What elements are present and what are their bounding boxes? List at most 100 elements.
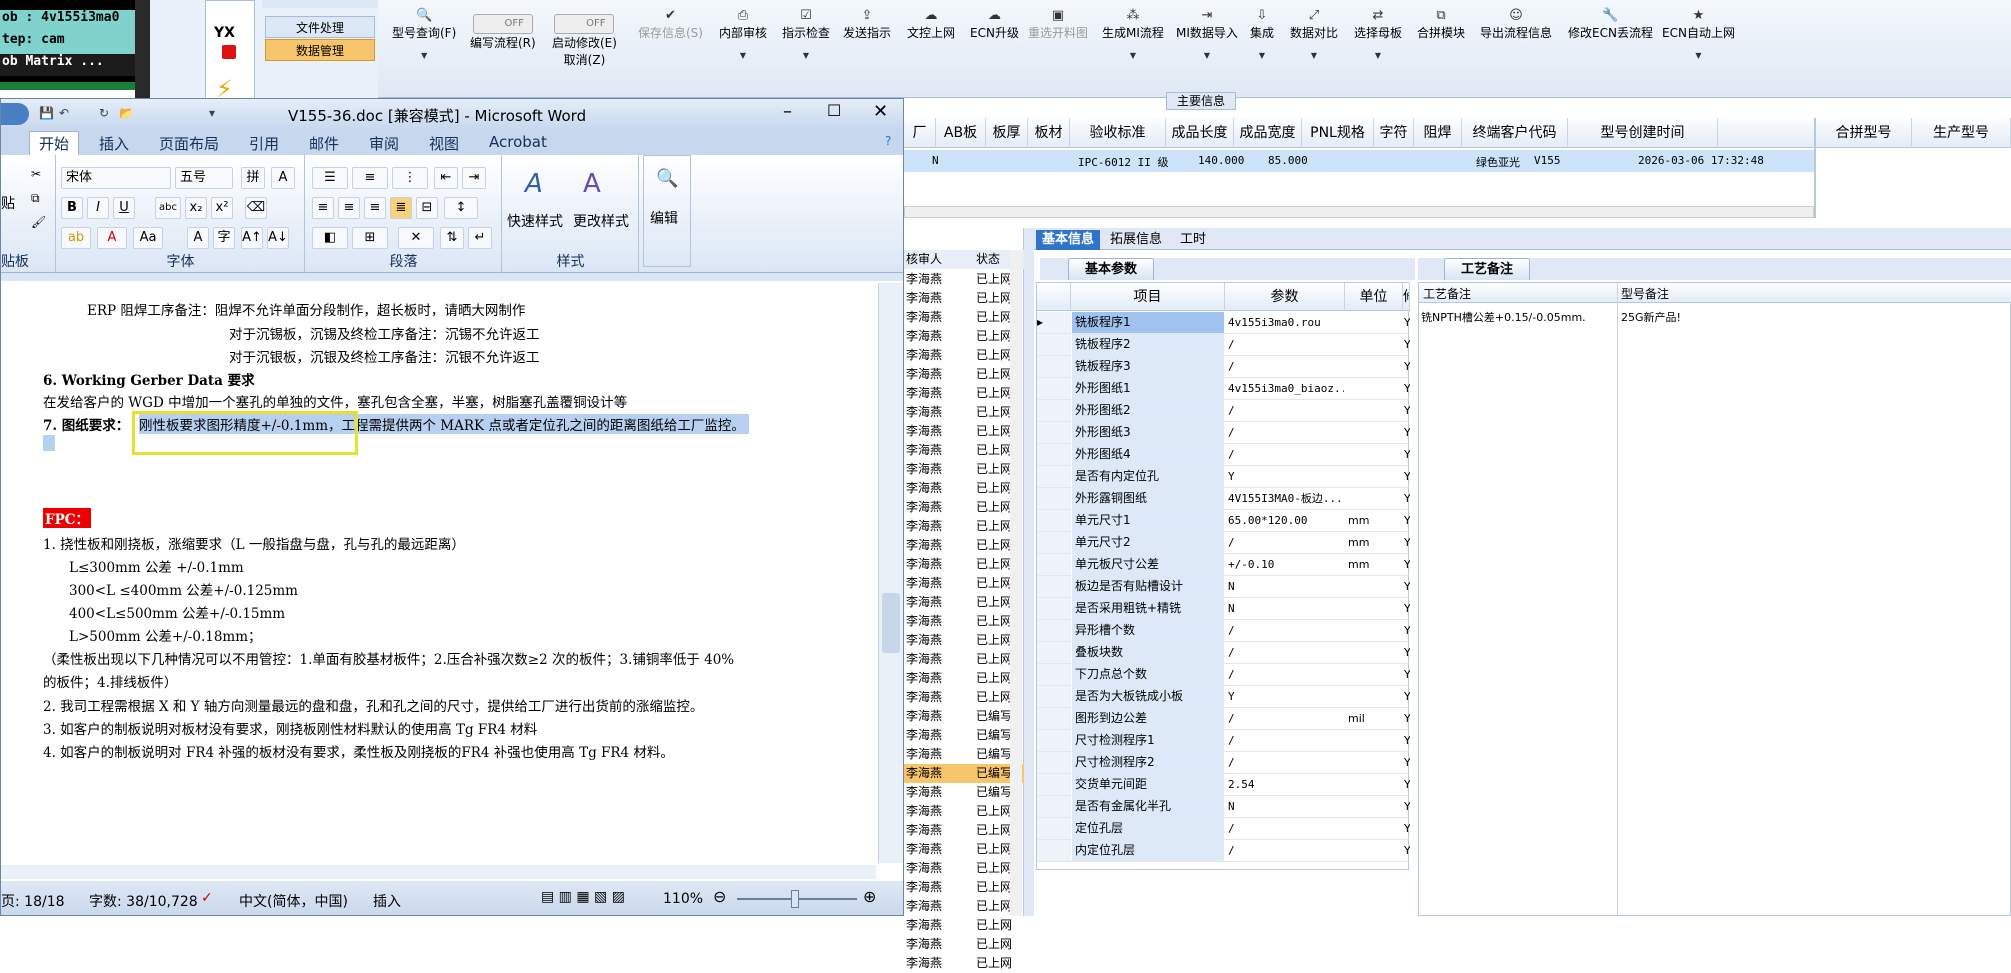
modify-ecn-flow-button[interactable]: 🔧 修改ECN丢流程 xyxy=(1568,8,1653,41)
list-item[interactable]: 李海燕 已上网 xyxy=(904,498,1024,517)
list-item[interactable]: 李海燕 已上网 xyxy=(904,821,1024,840)
document-vertical-scrollbar[interactable] xyxy=(878,283,903,863)
basic-params-title[interactable]: 基本参数 xyxy=(1068,258,1155,280)
table-row[interactable]: 是否为大板铣成小板 Y Y xyxy=(1037,686,1410,708)
numbering-icon[interactable]: ≡ xyxy=(352,167,388,189)
redo-icon[interactable]: ↻ xyxy=(99,106,109,120)
column-header[interactable]: PNL规格 xyxy=(1302,118,1374,148)
vertical-scrollbar[interactable] xyxy=(1010,250,1022,916)
char-border-icon[interactable]: A xyxy=(271,167,295,189)
asian-layout-icon[interactable]: ✕ xyxy=(398,227,434,249)
start-modify-toggle[interactable]: OFF 启动修改(E) 取消(Z) xyxy=(552,14,617,68)
internal-review-button[interactable]: ⎙ 内部审核 ▼ xyxy=(719,8,767,60)
table-row[interactable]: 单元尺寸1 65.00*120.00 mm Y xyxy=(1037,510,1410,532)
cut-icon[interactable]: ✂ xyxy=(31,167,41,181)
list-item[interactable]: 李海燕 已上网 xyxy=(904,289,1024,308)
column-header[interactable]: 成品长度 xyxy=(1166,118,1234,148)
list-item[interactable]: 李海燕 已编写 xyxy=(904,745,1024,764)
table-row[interactable]: 图形到边公差 / mil Y xyxy=(1037,708,1410,730)
list-item[interactable]: 李海燕 已上网 xyxy=(904,916,1024,935)
list-item[interactable]: 李海燕 已上网 xyxy=(904,859,1024,878)
table-row[interactable]: 铣板程序2 / Y xyxy=(1037,334,1410,356)
table-row[interactable]: 尺寸检测程序1 / Y xyxy=(1037,730,1410,752)
list-item[interactable]: 李海燕 已上网 xyxy=(904,308,1024,327)
superscript-icon[interactable]: x² xyxy=(211,197,233,219)
phonetic-icon[interactable]: 拼 xyxy=(241,167,265,189)
tab-work-hours[interactable]: 工时 xyxy=(1174,230,1212,250)
tab-review[interactable]: 审阅 xyxy=(369,133,399,154)
align-right-icon[interactable]: ≡ xyxy=(364,197,386,219)
list-item[interactable]: 李海燕 已上网 xyxy=(904,365,1024,384)
column-header[interactable]: 修改 xyxy=(1403,283,1410,311)
paste-button[interactable]: 贴 xyxy=(1,193,15,213)
list-item[interactable]: 李海燕 已上网 xyxy=(904,878,1024,897)
export-flow-info-button[interactable]: ☺ 导出流程信息 xyxy=(1480,8,1552,41)
clear-format-icon[interactable]: ⌫ xyxy=(245,197,267,219)
column-header[interactable]: 项目 xyxy=(1071,283,1225,311)
zoom-slider-thumb[interactable] xyxy=(791,890,799,908)
maximize-icon[interactable]: ☐ xyxy=(827,101,841,120)
tab-acrobat[interactable]: Acrobat xyxy=(489,133,547,151)
scroll-thumb[interactable] xyxy=(882,593,900,653)
tab-references[interactable]: 引用 xyxy=(249,133,279,154)
subscript-icon[interactable]: x₂ xyxy=(185,197,207,219)
splitter[interactable] xyxy=(1024,228,1034,916)
shrink-font-icon[interactable]: A↓ xyxy=(267,227,289,249)
office-button[interactable] xyxy=(1,103,29,125)
char-shading-icon[interactable]: A xyxy=(187,227,209,249)
quick-styles-button[interactable]: 快速样式 xyxy=(507,211,563,231)
table-row[interactable]: 定位孔层 / Y xyxy=(1037,818,1410,840)
quick-styles-icon[interactable]: A xyxy=(525,169,543,199)
table-row[interactable]: 单元板尺寸公差 +/-0.10 mm Y xyxy=(1037,554,1410,576)
bold-icon[interactable]: B xyxy=(61,197,83,219)
highlight-icon[interactable]: ab xyxy=(61,227,91,249)
view-buttons-icon[interactable]: ▤ ▥ ▦ ▧ ▨ xyxy=(541,889,625,905)
sort-icon[interactable]: ⇅ xyxy=(440,227,464,249)
document-page[interactable]: ERP 阻焊工序备注：阻焊不允许单面分段制作，超长板时，请晒大网制作 对于沉锡板… xyxy=(1,283,876,863)
tab-page-layout[interactable]: 页面布局 xyxy=(159,133,219,154)
list-item[interactable]: 李海燕 已编写 xyxy=(904,726,1024,745)
table-row[interactable]: 异形槽个数 / Y xyxy=(1037,620,1410,642)
column-header[interactable]: 阻焊 xyxy=(1414,118,1462,148)
justify-icon[interactable]: ≣ xyxy=(390,197,412,219)
notes-title[interactable]: 工艺备注 xyxy=(1444,258,1531,280)
table-row[interactable]: ▸ 铣板程序1 4v155i3ma0.rou Y xyxy=(1037,312,1410,334)
bullets-icon[interactable]: ☰ xyxy=(312,167,348,189)
customize-toolbar-icon[interactable]: ▾ xyxy=(209,106,215,120)
decrease-indent-icon[interactable]: ⇤ xyxy=(434,167,458,189)
column-header[interactable]: 字符 xyxy=(1374,118,1414,148)
close-icon[interactable]: ✕ xyxy=(873,101,888,122)
list-item[interactable]: 李海燕 已上网 xyxy=(904,574,1024,593)
strikethrough-icon[interactable]: abc xyxy=(155,197,181,219)
save-icon[interactable]: 💾 xyxy=(39,106,54,120)
font-name-select[interactable]: 宋体 xyxy=(61,167,171,189)
align-center-icon[interactable]: ≡ xyxy=(338,197,360,219)
ecn-upgrade-button[interactable]: ☁ ECN升级 xyxy=(970,8,1019,41)
ecn-auto-online-button[interactable]: ★ ECN自动上网 ▼ xyxy=(1662,8,1735,60)
tab-insert[interactable]: 插入 xyxy=(99,133,129,154)
merge-module-button[interactable]: ⧉ 合拼模块 xyxy=(1417,8,1465,41)
undo-icon[interactable]: ↶ xyxy=(59,106,69,120)
table-row[interactable]: 是否采用粗铣+精铣 N Y xyxy=(1037,598,1410,620)
list-item[interactable]: 李海燕 已编写 xyxy=(904,707,1024,726)
data-compare-button[interactable]: ⤢ 数据对比 ▼ xyxy=(1290,8,1338,60)
italic-icon[interactable]: I xyxy=(87,197,109,219)
table-row[interactable]: 叠板块数 / Y xyxy=(1037,642,1410,664)
minimize-icon[interactable]: – xyxy=(783,101,792,122)
tab-home[interactable]: 开始 xyxy=(29,131,80,155)
sidebar-item-file[interactable]: 文件处理 xyxy=(265,16,375,38)
table-row[interactable]: 外形图纸1 4v155i3ma0_biaoz... Y xyxy=(1037,378,1410,400)
table-row[interactable]: 板边是否有贴槽设计 N Y xyxy=(1037,576,1410,598)
list-item[interactable]: 李海燕 已上网 xyxy=(904,935,1024,954)
sidebar-item-top[interactable] xyxy=(262,0,378,8)
list-item[interactable]: 李海燕 已上网 xyxy=(904,460,1024,479)
word-count[interactable]: 字数: 38/10,728 xyxy=(89,891,198,911)
font-size-select[interactable]: 五号 xyxy=(175,167,233,189)
column-header[interactable]: 终端客户代码 xyxy=(1462,118,1568,148)
table-row[interactable]: 是否有内定位孔 Y Y xyxy=(1037,466,1410,488)
zoom-in-icon[interactable]: ⊕ xyxy=(863,887,876,906)
integrate-button[interactable]: ⇩ 集成 ▼ xyxy=(1250,8,1274,60)
send-instruction-button[interactable]: ⇪ 发送指示 xyxy=(843,8,891,41)
change-styles-button[interactable]: 更改样式 xyxy=(573,211,629,231)
table-row[interactable]: 铣板程序3 / Y xyxy=(1037,356,1410,378)
